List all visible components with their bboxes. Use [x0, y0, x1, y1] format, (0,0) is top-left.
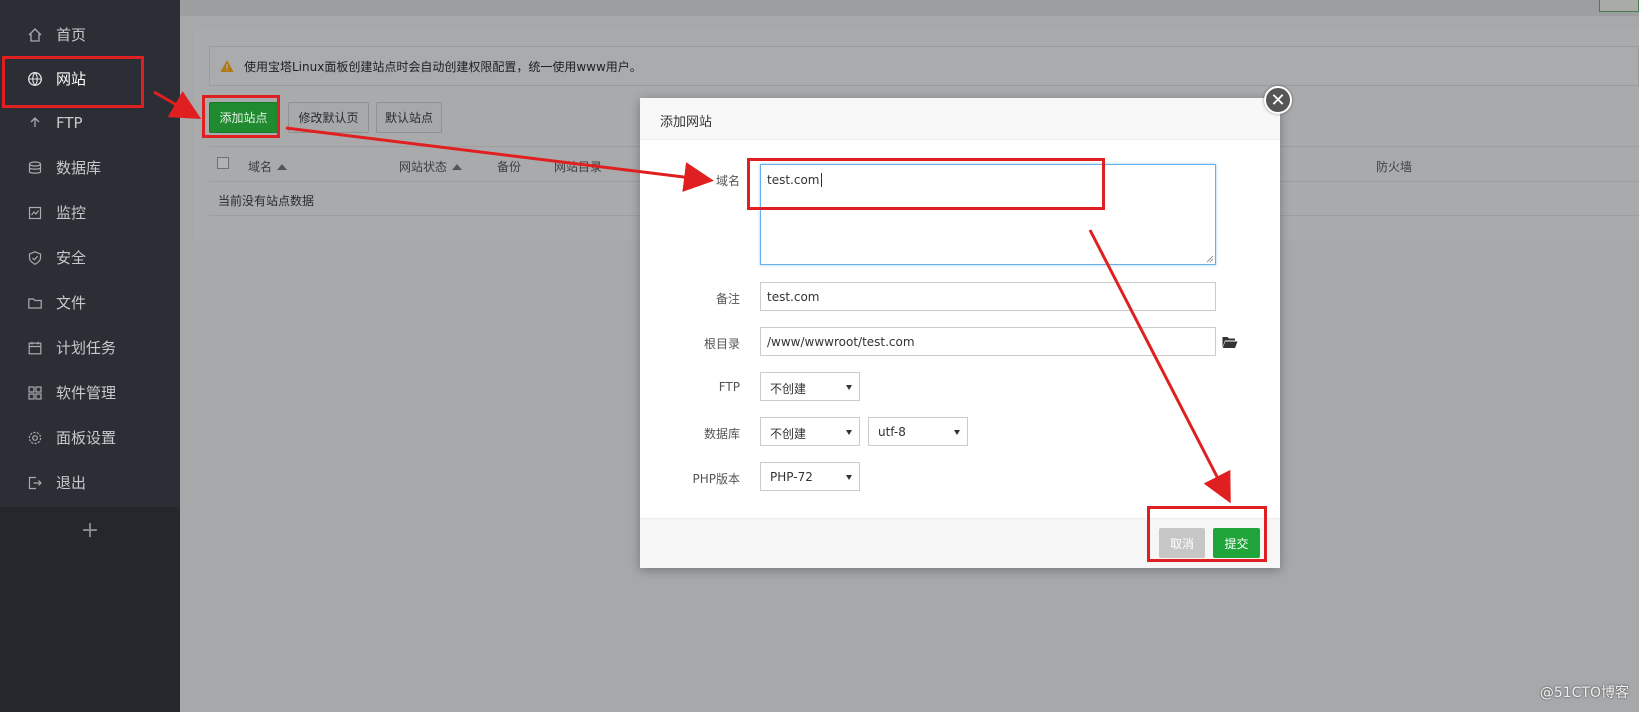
annotation-box-submit	[1147, 506, 1267, 562]
database-select[interactable]: 不创建	[760, 417, 860, 446]
sidebar-item-label: 面板设置	[56, 429, 117, 447]
chevron-down-icon	[846, 385, 852, 390]
top-breadcrumb-bar	[180, 0, 1639, 16]
sidebar-item-label: 安全	[56, 249, 87, 267]
annotation-box-website	[2, 56, 144, 108]
apps-icon	[26, 384, 44, 402]
sidebar-item-label: 监控	[56, 204, 87, 222]
warning-icon	[220, 60, 234, 72]
gear-icon	[26, 429, 44, 447]
sidebar-item-label: 退出	[56, 474, 87, 492]
folder-icon	[26, 294, 44, 312]
remark-input[interactable]: test.com	[760, 282, 1216, 311]
sidebar-item-database[interactable]: 数据库	[0, 145, 180, 190]
top-right-button[interactable]	[1599, 0, 1639, 12]
root-dir-input[interactable]: /www/wwwroot/test.com	[760, 327, 1216, 356]
php-version-select[interactable]: PHP-72	[760, 462, 860, 491]
add-menu-button[interactable]: +	[0, 508, 180, 552]
chevron-down-icon	[954, 430, 960, 435]
column-status[interactable]: 网站状态	[399, 158, 463, 175]
home-icon	[26, 26, 44, 44]
close-icon: ✕	[1270, 89, 1286, 111]
column-firewall: 防火墙	[1376, 160, 1413, 174]
charset-select[interactable]: utf-8	[868, 417, 968, 446]
upload-icon	[26, 114, 44, 132]
sidebar-item-label: 文件	[56, 294, 87, 312]
chevron-down-icon	[846, 430, 852, 435]
sort-icon	[452, 164, 463, 170]
sidebar-item-label: 软件管理	[56, 384, 117, 402]
sidebar-item-software[interactable]: 软件管理	[0, 370, 180, 415]
domain-label: 域名	[715, 174, 740, 188]
close-button[interactable]: ✕	[1264, 86, 1292, 114]
default-site-button[interactable]: 默认站点	[376, 102, 442, 133]
logout-icon	[26, 474, 44, 492]
notice-bar: 使用宝塔Linux面板创建站点时会自动创建权限配置，统一使用www用户。	[209, 46, 1639, 86]
column-directory: 网站目录	[554, 160, 603, 174]
ftp-label: FTP	[718, 380, 740, 394]
sidebar-item-label: 数据库	[56, 159, 102, 177]
sidebar-item-cron[interactable]: 计划任务	[0, 325, 180, 370]
sidebar-item-home[interactable]: 首页	[0, 12, 180, 57]
sidebar-item-label: 首页	[56, 26, 87, 44]
php-version-label: PHP版本	[692, 472, 741, 486]
chevron-down-icon	[846, 475, 852, 480]
sidebar-item-logout[interactable]: 退出	[0, 460, 180, 505]
watermark: @51CTO博客	[1539, 685, 1629, 701]
database-icon	[26, 159, 44, 177]
calendar-icon	[26, 339, 44, 357]
column-domain[interactable]: 域名	[248, 158, 288, 175]
sidebar-item-label: FTP	[56, 113, 83, 132]
monitor-icon	[26, 204, 44, 222]
notice-text: 使用宝塔Linux面板创建站点时会自动创建权限配置，统一使用www用户。	[244, 59, 642, 74]
sidebar-item-settings[interactable]: 面板设置	[0, 415, 180, 460]
sidebar-item-label: 计划任务	[56, 339, 117, 357]
sidebar-item-security[interactable]: 安全	[0, 235, 180, 280]
modal-title: 添加网站	[640, 98, 1280, 140]
sidebar-item-monitor[interactable]: 监控	[0, 190, 180, 235]
annotation-box-add-site	[202, 95, 280, 138]
select-all-checkbox[interactable]	[217, 157, 229, 169]
edit-default-page-button[interactable]: 修改默认页	[288, 102, 369, 133]
plus-icon: +	[80, 517, 100, 543]
sidebar-item-files[interactable]: 文件	[0, 280, 180, 325]
ftp-select[interactable]: 不创建	[760, 372, 860, 401]
column-backup: 备份	[497, 160, 522, 174]
database-label: 数据库	[703, 427, 740, 441]
annotation-box-domain	[747, 158, 1105, 210]
sort-icon	[277, 164, 288, 170]
remark-label: 备注	[715, 292, 740, 306]
root-dir-label: 根目录	[703, 337, 740, 351]
folder-open-icon[interactable]	[1222, 335, 1238, 349]
resize-handle-icon[interactable]	[1206, 255, 1214, 263]
shield-icon	[26, 249, 44, 267]
